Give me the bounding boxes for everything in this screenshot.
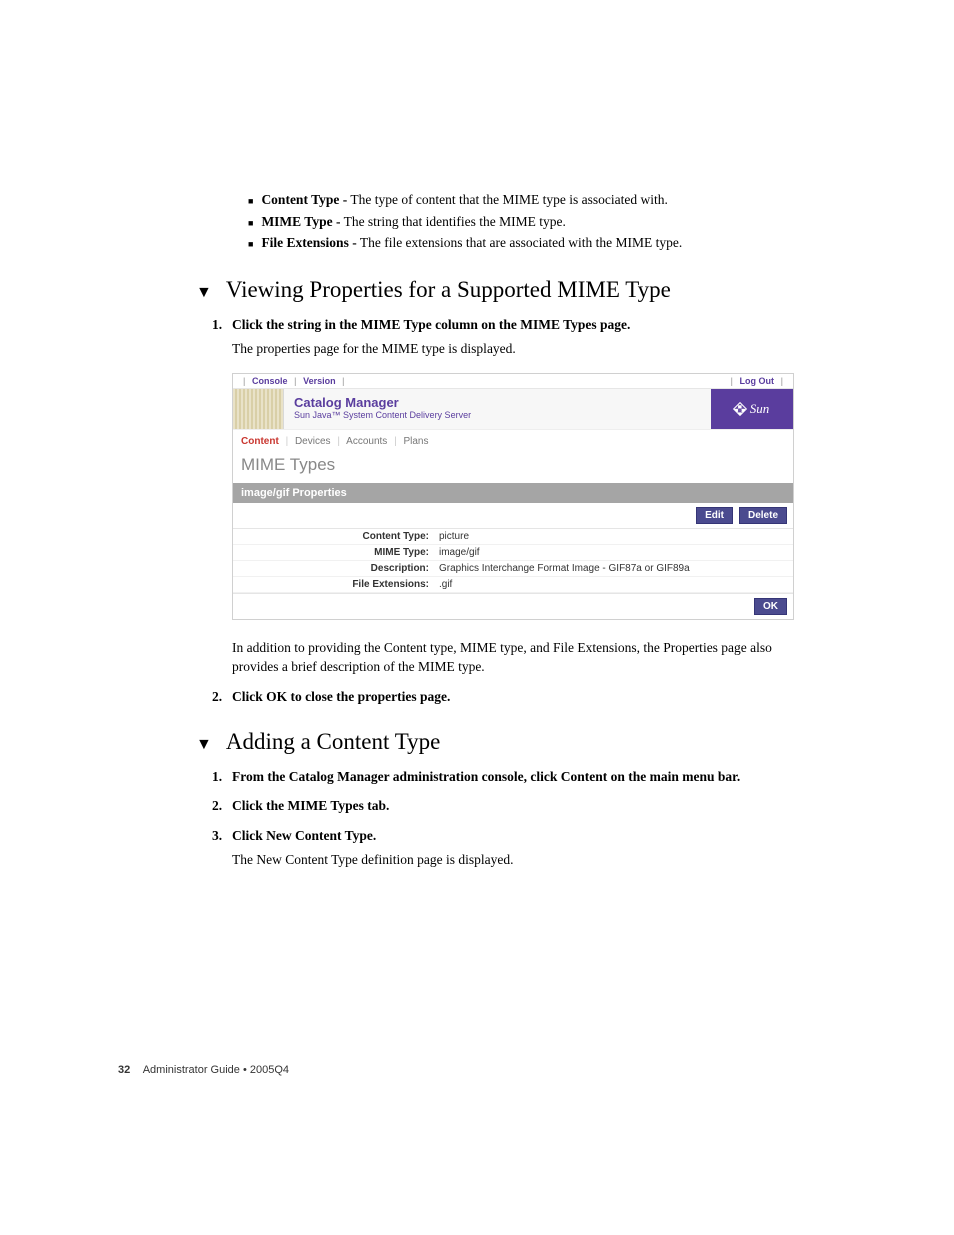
topbar-left: | Console | Version | bbox=[239, 376, 349, 386]
step-followup: The New Content Type definition page is … bbox=[232, 850, 804, 870]
app-subtitle: Sun Java™ System Content Delivery Server bbox=[294, 410, 701, 420]
top-nav-bar: | Console | Version | | Log Out | bbox=[233, 374, 793, 389]
list-item: 3. Click New Content Type. bbox=[232, 826, 804, 846]
property-row: File Extensions: .gif bbox=[233, 577, 793, 593]
bullet-text: MIME Type - The string that identifies t… bbox=[261, 212, 565, 232]
list-item: 1. Click the string in the MIME Type col… bbox=[232, 315, 804, 335]
step-text: From the Catalog Manager administration … bbox=[232, 767, 804, 787]
heading-text: Viewing Properties for a Supported MIME … bbox=[226, 277, 671, 303]
property-row: Content Type: picture bbox=[233, 529, 793, 545]
heading-text: Adding a Content Type bbox=[226, 729, 441, 755]
square-bullet-icon: ■ bbox=[248, 195, 253, 208]
panel-header: image/gif Properties bbox=[233, 483, 793, 503]
bullet-desc: The file extensions that are associated … bbox=[357, 235, 683, 250]
prop-value: image/gif bbox=[439, 547, 787, 558]
banner-titles: Catalog Manager Sun Java™ System Content… bbox=[284, 389, 711, 429]
prop-label: File Extensions: bbox=[239, 579, 439, 590]
footer-text: Administrator Guide • 2005Q4 bbox=[143, 1064, 289, 1076]
step-number: 3. bbox=[212, 826, 230, 846]
button-row-bottom: OK bbox=[233, 593, 793, 619]
prop-value: Graphics Interchange Format Image - GIF8… bbox=[439, 563, 787, 574]
menu-devices[interactable]: Devices bbox=[295, 436, 331, 447]
bullet-list: ■ Content Type - The type of content tha… bbox=[248, 190, 804, 253]
bullet-item: ■ MIME Type - The string that identifies… bbox=[248, 212, 804, 232]
step-text: Click the string in the MIME Type column… bbox=[232, 315, 804, 335]
list-item: 1. From the Catalog Manager administrati… bbox=[232, 767, 804, 787]
step-number: 1. bbox=[212, 767, 230, 787]
square-bullet-icon: ■ bbox=[248, 238, 253, 251]
bullet-text: Content Type - The type of content that … bbox=[261, 190, 667, 210]
step-followup: The properties page for the MIME type is… bbox=[232, 339, 804, 359]
bullet-desc: The type of content that the MIME type i… bbox=[347, 192, 668, 207]
menu-plans[interactable]: Plans bbox=[403, 436, 428, 447]
menu-accounts[interactable]: Accounts bbox=[346, 436, 387, 447]
bullet-item: ■ File Extensions - The file extensions … bbox=[248, 233, 804, 253]
body-paragraph: In addition to providing the Content typ… bbox=[232, 638, 804, 677]
step-number: 1. bbox=[212, 315, 230, 335]
prop-value: .gif bbox=[439, 579, 787, 590]
numbered-list: 2. Click OK to close the properties page… bbox=[232, 687, 804, 707]
prop-label: Description: bbox=[239, 563, 439, 574]
list-item: 2. Click the MIME Types tab. bbox=[232, 796, 804, 816]
bullet-text: File Extensions - The file extensions th… bbox=[261, 233, 682, 253]
bullet-term: File Extensions - bbox=[261, 235, 356, 250]
page-footer: 32 Administrator Guide • 2005Q4 bbox=[118, 1064, 289, 1076]
document-page: ■ Content Type - The type of content tha… bbox=[0, 0, 954, 870]
step-text: Click OK to close the properties page. bbox=[232, 687, 804, 707]
edit-button[interactable]: Edit bbox=[696, 507, 733, 524]
numbered-list: 1. Click the string in the MIME Type col… bbox=[232, 315, 804, 359]
step-text: Click New Content Type. bbox=[232, 826, 804, 846]
main-menu-bar: Content | Devices | Accounts | Plans bbox=[233, 429, 793, 451]
triangle-down-icon: ▼ bbox=[196, 284, 212, 302]
square-bullet-icon: ■ bbox=[248, 217, 253, 230]
prop-value: picture bbox=[439, 531, 787, 542]
menu-content[interactable]: Content bbox=[241, 436, 279, 447]
prop-label: MIME Type: bbox=[239, 547, 439, 558]
button-row-top: Edit Delete bbox=[233, 503, 793, 529]
console-link[interactable]: Console bbox=[252, 376, 288, 386]
list-item: 2. Click OK to close the properties page… bbox=[232, 687, 804, 707]
step-text: Click the MIME Types tab. bbox=[232, 796, 804, 816]
bullet-term: Content Type - bbox=[261, 192, 347, 207]
numbered-list: 1. From the Catalog Manager administrati… bbox=[232, 767, 804, 870]
property-row: MIME Type: image/gif bbox=[233, 545, 793, 561]
logout-link[interactable]: Log Out bbox=[739, 376, 774, 386]
topbar-right: | Log Out | bbox=[726, 376, 787, 386]
bullet-term: MIME Type - bbox=[261, 214, 340, 229]
section-heading-adding: ▼ Adding a Content Type bbox=[196, 729, 804, 755]
step-number: 2. bbox=[212, 796, 230, 816]
banner: Catalog Manager Sun Java™ System Content… bbox=[233, 389, 793, 429]
page-number: 32 bbox=[118, 1064, 130, 1076]
triangle-down-icon: ▼ bbox=[196, 736, 212, 754]
app-title: Catalog Manager bbox=[294, 395, 701, 410]
embedded-screenshot: | Console | Version | | Log Out | Catalo… bbox=[232, 373, 794, 620]
property-row: Description: Graphics Interchange Format… bbox=[233, 561, 793, 577]
sun-logo: Sun bbox=[711, 389, 793, 429]
banner-art bbox=[233, 389, 284, 429]
delete-button[interactable]: Delete bbox=[739, 507, 787, 524]
prop-label: Content Type: bbox=[239, 531, 439, 542]
step-number: 2. bbox=[212, 687, 230, 707]
version-link[interactable]: Version bbox=[303, 376, 336, 386]
section-heading-viewing: ▼ Viewing Properties for a Supported MIM… bbox=[196, 277, 804, 303]
brand-text: Sun bbox=[750, 401, 770, 417]
page-title: MIME Types bbox=[233, 451, 793, 483]
bullet-desc: The string that identifies the MIME type… bbox=[340, 214, 565, 229]
bullet-item: ■ Content Type - The type of content tha… bbox=[248, 190, 804, 210]
ok-button[interactable]: OK bbox=[754, 598, 787, 615]
sun-diamond-icon bbox=[733, 402, 747, 416]
